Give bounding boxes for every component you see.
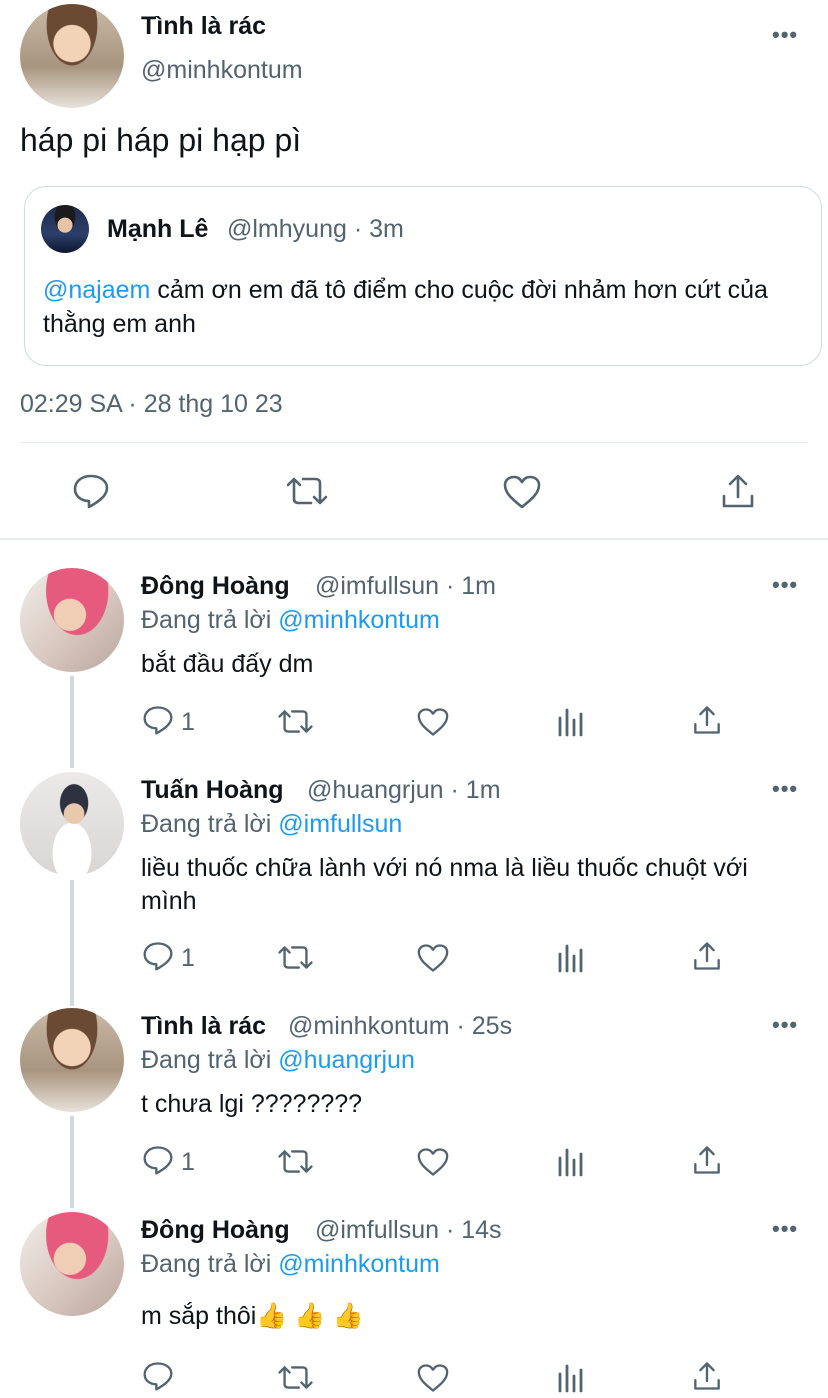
reply-icon[interactable] (142, 705, 174, 735)
quoted-time: · 3m (353, 215, 404, 243)
more-dots-icon[interactable]: ••• (772, 1216, 798, 1242)
retweet-icon[interactable] (277, 1148, 314, 1175)
replying-mention[interactable]: @huangrjun (278, 1046, 415, 1074)
replying-prefix: Đang trả lời (141, 810, 279, 838)
reply-author-name[interactable]: Tình là rác (141, 1012, 266, 1041)
share-icon[interactable] (692, 1360, 722, 1392)
share-icon[interactable] (692, 940, 722, 972)
reply-text: m sắp thôi👍 👍 👍 (141, 1300, 801, 1333)
divider (20, 442, 808, 443)
reply-author-meta[interactable]: @imfullsun · 14s (315, 1216, 502, 1245)
retweet-icon[interactable] (285, 475, 329, 507)
like-icon[interactable] (416, 1147, 450, 1177)
replying-mention[interactable]: @minhkontum (278, 1250, 440, 1278)
replying-prefix: Đang trả lời (141, 1046, 279, 1074)
reply-text: bắt đầu đấy dm (141, 650, 314, 678)
retweet-icon[interactable] (277, 1364, 314, 1391)
reply-author-meta[interactable]: @huangrjun · 1m (307, 776, 501, 805)
reply-text-content: m sắp thôi (141, 1302, 257, 1330)
author-avatar[interactable] (20, 4, 124, 108)
replying-prefix: Đang trả lời (141, 606, 279, 634)
more-dots-icon[interactable]: ••• (772, 776, 798, 802)
author-name[interactable]: Tình là rác (141, 12, 266, 41)
section-divider (0, 538, 828, 540)
replying-to: Đang trả lời @huangrjun (141, 1046, 415, 1075)
reply-text: t chưa lgi ???????? (141, 1090, 363, 1118)
share-icon[interactable] (692, 704, 722, 736)
replying-prefix: Đang trả lời (141, 1250, 279, 1278)
reply-text: liều thuốc chữa lành với nó nma là liều … (141, 854, 748, 915)
reply-count: 1 (181, 1148, 195, 1176)
analytics-icon[interactable] (556, 942, 586, 974)
quoted-body: cảm ơn em đã tô điểm cho cuộc đời nhảm h… (43, 276, 768, 338)
thumbs-up-emojis: 👍 👍 👍 (256, 1302, 364, 1330)
thread-line (70, 676, 74, 768)
tweet-body: háp pi háp pi hạp pì (20, 122, 302, 158)
thread-line (70, 880, 74, 1006)
more-dots-icon[interactable]: ••• (772, 22, 798, 48)
quoted-author-name: Mạnh Lê (107, 215, 209, 243)
more-dots-icon[interactable]: ••• (772, 1012, 798, 1038)
reply-icon[interactable] (142, 1361, 174, 1391)
reply-icon[interactable] (142, 1145, 174, 1175)
reply-icon[interactable] (72, 473, 110, 509)
reply-avatar[interactable] (20, 772, 124, 876)
reply-author-meta[interactable]: @imfullsun · 1m (315, 572, 496, 601)
quoted-author-handle: @lmhyung · 3m (227, 215, 404, 244)
analytics-icon[interactable] (556, 1362, 586, 1394)
reply-author-meta[interactable]: @minhkontum · 25s (288, 1012, 512, 1041)
like-icon[interactable] (502, 474, 542, 510)
share-icon[interactable] (720, 472, 756, 510)
analytics-icon[interactable] (556, 706, 586, 738)
quoted-author-avatar (41, 205, 89, 253)
tweet-timestamp[interactable]: 02:29 SA · 28 thg 10 23 (20, 390, 283, 419)
like-icon[interactable] (416, 943, 450, 973)
quoted-mention[interactable]: @najaem (43, 276, 150, 304)
quoted-text: @najaem cảm ơn em đã tô điểm cho cuộc đờ… (43, 273, 783, 341)
reply-avatar[interactable] (20, 1212, 124, 1316)
like-icon[interactable] (416, 707, 450, 737)
reply-avatar[interactable] (20, 568, 124, 672)
more-dots-icon[interactable]: ••• (772, 572, 798, 598)
reply-author-name[interactable]: Tuấn Hoàng (141, 776, 284, 805)
thread-line (70, 1116, 74, 1208)
retweet-icon[interactable] (277, 708, 314, 735)
analytics-icon[interactable] (556, 1146, 586, 1178)
replying-to: Đang trả lời @minhkontum (141, 606, 440, 635)
reply-avatar[interactable] (20, 1008, 124, 1112)
reply-author-name[interactable]: Đông Hoàng (141, 572, 290, 601)
reply-count: 1 (181, 708, 195, 736)
reply-author-name[interactable]: Đông Hoàng (141, 1216, 290, 1245)
share-icon[interactable] (692, 1144, 722, 1176)
replying-mention[interactable]: @imfullsun (278, 810, 402, 838)
author-handle[interactable]: @minhkontum (141, 56, 303, 85)
like-icon[interactable] (416, 1363, 450, 1393)
replying-to: Đang trả lời @imfullsun (141, 810, 402, 839)
replying-mention[interactable]: @minhkontum (278, 606, 440, 634)
retweet-icon[interactable] (277, 944, 314, 971)
replying-to: Đang trả lời @minhkontum (141, 1250, 440, 1279)
reply-icon[interactable] (142, 941, 174, 971)
quoted-tweet[interactable]: Mạnh Lê @lmhyung · 3m @najaem cảm ơn em … (24, 186, 822, 366)
quoted-handle-text: @lmhyung (227, 215, 347, 243)
reply-count: 1 (181, 944, 195, 972)
